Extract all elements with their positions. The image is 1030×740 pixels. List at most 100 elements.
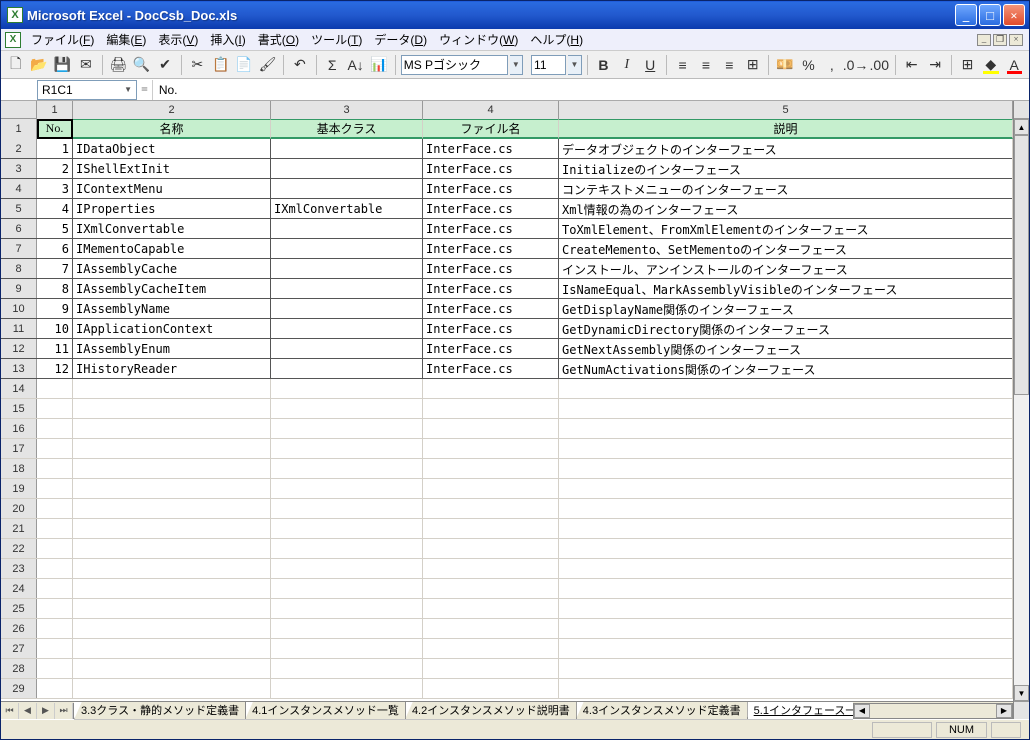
tab-next-button[interactable]: ▶ [37,703,55,719]
sort-button[interactable]: A↓ [345,54,366,76]
cell-name[interactable]: IAssemblyEnum [73,339,271,359]
row-header[interactable]: 8 [1,259,37,278]
percent-button[interactable]: % [798,54,819,76]
cell-file[interactable]: InterFace.cs [423,219,559,239]
autosum-button[interactable]: Σ [322,54,343,76]
inc-decimal-button[interactable]: .0→ [845,54,867,76]
sheet-tab[interactable]: 3.3クラス・静的メソッド定義書 [74,702,246,720]
cell-desc[interactable]: GetNextAssembly関係のインターフェース [559,339,1013,359]
cell-desc[interactable]: インストール、アンインストールのインターフェース [559,259,1013,279]
name-box[interactable]: R1C1 ▼ [37,80,137,100]
cell-file[interactable]: InterFace.cs [423,259,559,279]
cell[interactable] [73,579,271,599]
menu-e[interactable]: 編集(E) [100,29,152,50]
cell[interactable] [423,579,559,599]
cell[interactable] [559,559,1013,579]
vscroll-down-button[interactable]: ▼ [1014,685,1029,701]
cell[interactable] [37,379,73,399]
cell[interactable] [37,459,73,479]
hscroll-left-button[interactable]: ◀ [854,704,870,718]
cell[interactable] [559,399,1013,419]
cell[interactable] [73,399,271,419]
cell-file[interactable]: InterFace.cs [423,299,559,319]
cell[interactable] [423,499,559,519]
cell[interactable] [37,559,73,579]
cell[interactable] [73,439,271,459]
cell[interactable] [37,419,73,439]
row-header[interactable]: 10 [1,299,37,318]
col-header-4[interactable]: 4 [423,101,559,119]
cell[interactable] [37,599,73,619]
cell[interactable] [271,499,423,519]
row-header[interactable]: 12 [1,339,37,358]
header-cell-no[interactable]: No. [37,119,73,139]
cell[interactable] [559,619,1013,639]
cell[interactable] [73,539,271,559]
cell-no[interactable]: 6 [37,239,73,259]
cell-desc[interactable]: ToXmlElement、FromXmlElementのインターフェース [559,219,1013,239]
cell[interactable] [559,679,1013,699]
cell[interactable] [37,639,73,659]
cell[interactable] [271,619,423,639]
cell[interactable] [423,479,559,499]
chart-button[interactable]: 📊 [368,54,389,76]
cell-base[interactable] [271,219,423,239]
cell[interactable] [559,459,1013,479]
row-header[interactable]: 26 [1,619,37,638]
cell[interactable] [73,479,271,499]
cell[interactable] [73,679,271,699]
cell-file[interactable]: InterFace.cs [423,179,559,199]
cell-no[interactable]: 2 [37,159,73,179]
cell[interactable] [559,419,1013,439]
cell[interactable] [423,399,559,419]
cell[interactable] [73,499,271,519]
cell[interactable] [271,439,423,459]
cell-no[interactable]: 4 [37,199,73,219]
vertical-scrollbar[interactable]: ▲ ▼ [1013,101,1029,719]
row-header[interactable]: 5 [1,199,37,218]
cell-name[interactable]: IHistoryReader [73,359,271,379]
row-header[interactable]: 24 [1,579,37,598]
menu-o[interactable]: 書式(O) [252,29,305,50]
sheet-tab[interactable]: 5.1インタフェース一覧 [747,702,853,720]
cell-base[interactable] [271,319,423,339]
copy-button[interactable]: 📋 [210,54,231,76]
cell-base[interactable] [271,279,423,299]
cell[interactable] [423,619,559,639]
formula-input[interactable]: No. [152,80,1029,100]
undo-button[interactable]: ↶ [289,54,310,76]
row-header[interactable]: 13 [1,359,37,378]
cell[interactable] [37,439,73,459]
cell[interactable] [73,619,271,639]
cell[interactable] [559,379,1013,399]
row-header[interactable]: 4 [1,179,37,198]
cell-no[interactable]: 12 [37,359,73,379]
cell-base[interactable] [271,139,423,159]
cell[interactable] [271,379,423,399]
header-cell-base[interactable]: 基本クラス [271,119,423,139]
menu-i[interactable]: 挿入(I) [204,29,251,50]
cell[interactable] [37,539,73,559]
cell[interactable] [271,539,423,559]
cell-no[interactable]: 1 [37,139,73,159]
preview-button[interactable]: 🔍 [131,54,152,76]
cell-no[interactable]: 7 [37,259,73,279]
email-button[interactable]: ✉ [75,54,96,76]
row-header[interactable]: 14 [1,379,37,398]
cell-name[interactable]: IMementoCapable [73,239,271,259]
cell[interactable] [423,679,559,699]
row-header[interactable]: 7 [1,239,37,258]
cell[interactable] [37,659,73,679]
cell-name[interactable]: IContextMenu [73,179,271,199]
dec-indent-button[interactable]: ⇤ [901,54,922,76]
cell[interactable] [559,639,1013,659]
cell-no[interactable]: 10 [37,319,73,339]
col-header-2[interactable]: 2 [73,101,271,119]
dec-decimal-button[interactable]: .00 [869,54,890,76]
mdi-minimize-button[interactable]: _ [977,34,991,46]
cell[interactable] [271,679,423,699]
align-center-button[interactable]: ≡ [695,54,716,76]
cell[interactable] [423,539,559,559]
horizontal-scrollbar[interactable]: ◀ ▶ [853,703,1013,719]
cell[interactable] [271,579,423,599]
